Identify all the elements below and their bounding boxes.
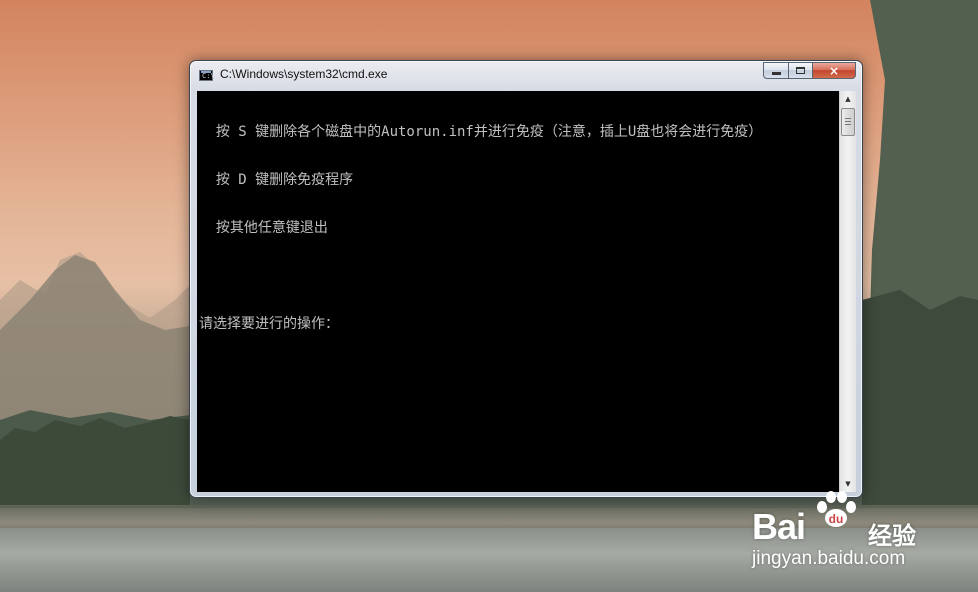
- window-titlebar[interactable]: C:\ C:\Windows\system32\cmd.exe ×: [190, 61, 862, 89]
- vertical-scrollbar[interactable]: ▲ ▼: [839, 91, 856, 492]
- maximize-button[interactable]: [789, 62, 813, 79]
- maximize-icon: [796, 67, 805, 74]
- minimize-button[interactable]: [763, 62, 789, 79]
- baidu-jingyan-watermark: Bai du 经验 jingyan.baidu.com: [752, 488, 972, 580]
- console-prompt: 请选择要进行的操作：: [199, 316, 339, 332]
- window-title: C:\Windows\system32\cmd.exe: [220, 67, 388, 81]
- console-line-exit: 按其他任意键退出: [199, 220, 328, 236]
- svg-text:du: du: [829, 512, 844, 526]
- scrollbar-thumb[interactable]: [841, 108, 855, 136]
- scroll-up-arrow-icon[interactable]: ▲: [840, 91, 856, 107]
- paw-icon: du: [817, 491, 856, 527]
- watermark-jingyan-text: 经验: [868, 522, 916, 550]
- cmd-icon[interactable]: C:\: [199, 70, 215, 81]
- cmd-window[interactable]: C:\ C:\Windows\system32\cmd.exe × 按 S 键删…: [189, 60, 863, 498]
- watermark-logo-text: Bai: [752, 506, 806, 547]
- close-button[interactable]: ×: [813, 62, 856, 79]
- caption-buttons: ×: [763, 62, 856, 80]
- console-line-d: 按 D 键删除免疫程序: [199, 172, 354, 188]
- close-icon: ×: [828, 63, 840, 78]
- console-line-s: 按 S 键删除各个磁盘中的Autorun.inf并进行免疫（注意，插上U盘也将会…: [199, 124, 763, 140]
- console-output[interactable]: 按 S 键删除各个磁盘中的Autorun.inf并进行免疫（注意，插上U盘也将会…: [197, 91, 839, 492]
- minimize-icon: [771, 71, 781, 75]
- watermark-url: jingyan.baidu.com: [752, 548, 906, 569]
